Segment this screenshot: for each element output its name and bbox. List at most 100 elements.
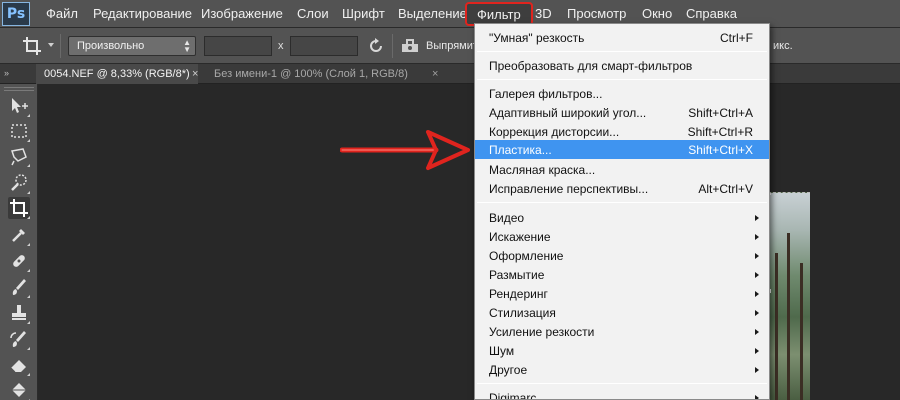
divider [392, 34, 393, 58]
chevron-right-icon [755, 395, 759, 399]
divider [60, 34, 61, 58]
filter-menu-item[interactable]: Преобразовать для смарт-фильтров [475, 56, 769, 75]
filter-menu-item-label: Пластика... [489, 143, 552, 157]
chevron-right-icon [755, 348, 759, 354]
straighten-icon[interactable] [400, 38, 420, 54]
height-input[interactable] [290, 36, 358, 56]
filter-menu-item-label: Галерея фильтров... [489, 87, 603, 101]
brush-icon[interactable] [8, 276, 30, 298]
filter-submenu-item[interactable]: Оформление [475, 246, 769, 265]
filter-menu-item-label: Усиление резкости [489, 325, 595, 339]
shortcut-label: Shift+Ctrl+X [688, 143, 753, 157]
filter-menu-item-label: Адаптивный широкий угол... [489, 106, 647, 120]
chevron-right-icon [755, 253, 759, 259]
filter-menu-item[interactable]: Адаптивный широкий угол... Shift+Ctrl+A [475, 103, 769, 122]
shortcut-label: Ctrl+F [720, 31, 753, 45]
chevron-right-icon [755, 310, 759, 316]
filter-menu-item[interactable]: Масляная краска... [475, 160, 769, 179]
filter-submenu-item[interactable]: Шум [475, 341, 769, 360]
tools-panel [0, 84, 38, 400]
filter-submenu-item[interactable]: Рендеринг [475, 284, 769, 303]
tab-untitled-1[interactable]: Без имени-1 @ 100% (Слой 1, RGB/8) [206, 64, 416, 84]
eraser-icon[interactable] [8, 354, 30, 376]
filter-menu-item-label: Другое [489, 363, 528, 377]
tab-label: 0054.NEF @ 8,33% (RGB/8*) [44, 68, 190, 80]
filter-menu-item[interactable]: Коррекция дисторсии... Shift+Ctrl+R [475, 122, 769, 141]
menu-select[interactable]: Выделение [398, 6, 467, 22]
menu-divider [477, 79, 767, 80]
lasso-icon[interactable] [8, 145, 30, 167]
stepper-icon: ▲ ▼ [183, 38, 191, 54]
chevron-right-icon [755, 291, 759, 297]
menu-divider [477, 51, 767, 52]
menu-view[interactable]: Просмотр [567, 6, 626, 22]
move-icon[interactable] [8, 95, 30, 117]
annotation-arrow-icon [339, 128, 470, 172]
menu-window[interactable]: Окно [642, 6, 672, 22]
filter-submenu-item[interactable]: Стилизация [475, 303, 769, 322]
filter-menu-item-label: Коррекция дисторсии... [489, 125, 620, 139]
chevron-right-icon [755, 215, 759, 221]
close-icon[interactable]: × [192, 68, 198, 80]
options-trailing-label: икс. [773, 40, 793, 52]
filter-menu-item-label: Размытие [489, 268, 545, 282]
ratio-select[interactable]: Произвольно ▲ ▼ [68, 36, 196, 56]
filter-menu-item[interactable]: "Умная" резкость Ctrl+F [475, 28, 769, 47]
rect-marquee-icon[interactable] [8, 120, 30, 142]
filter-submenu-item[interactable]: Усиление резкости [475, 322, 769, 341]
chevron-right-icon [755, 234, 759, 240]
filter-menu-item-label: Рендеринг [489, 287, 548, 301]
crop-icon[interactable] [8, 197, 30, 219]
menu-help[interactable]: Справка [686, 6, 737, 22]
healing-brush-icon[interactable] [8, 250, 30, 272]
shortcut-label: Shift+Ctrl+A [688, 106, 753, 120]
photoshop-logo: Ps [2, 2, 30, 26]
filter-menu-item-label: Стилизация [489, 306, 556, 320]
filter-submenu-item[interactable]: Видео [475, 208, 769, 227]
panel-grip[interactable] [4, 87, 34, 91]
eyedropper-icon[interactable] [8, 224, 30, 246]
filter-menu-item[interactable]: Галерея фильтров... [475, 84, 769, 103]
filter-menu-item-label: Искажение [489, 230, 551, 244]
chevron-right-icon [755, 329, 759, 335]
ratio-select-value: Произвольно [77, 40, 145, 52]
panel-collapse-icon[interactable]: » [4, 68, 9, 78]
filter-menu-dropdown: "Умная" резкость Ctrl+F Преобразовать дл… [474, 23, 770, 400]
clear-rotate-icon[interactable] [367, 37, 385, 55]
filter-menu-item-label: Видео [489, 211, 525, 225]
chevron-right-icon [755, 272, 759, 278]
filter-submenu-item[interactable]: Искажение [475, 227, 769, 246]
menu-divider [477, 202, 767, 203]
tab-label: Без имени-1 @ 100% (Слой 1, RGB/8) [214, 68, 408, 80]
crop-tool-preset-icon[interactable] [22, 36, 44, 56]
document-image[interactable] [768, 192, 810, 400]
filter-menu-item-liquify[interactable]: Пластика... Shift+Ctrl+X [475, 140, 769, 159]
history-brush-icon[interactable] [8, 328, 30, 350]
menu-image[interactable]: Изображение [201, 6, 283, 22]
filter-submenu-item[interactable]: Другое [475, 360, 769, 379]
menu-file[interactable]: Файл [46, 6, 78, 22]
filter-menu-item-label: Исправление перспективы... [489, 182, 649, 196]
menu-edit[interactable]: Редактирование [93, 6, 192, 22]
clone-stamp-icon[interactable] [8, 302, 30, 324]
quick-select-icon[interactable] [8, 172, 30, 194]
width-input[interactable] [204, 36, 272, 56]
menu-layers[interactable]: Слои [297, 6, 329, 22]
paint-bucket-icon[interactable] [8, 380, 30, 400]
menu-3d[interactable]: 3D [535, 6, 552, 22]
close-icon[interactable]: × [432, 68, 438, 80]
filter-submenu-item[interactable]: Размытие [475, 265, 769, 284]
chevron-right-icon [755, 367, 759, 373]
shortcut-label: Shift+Ctrl+R [687, 125, 753, 139]
filter-submenu-item[interactable]: Digimarc [475, 388, 769, 400]
filter-menu-item-label: "Умная" резкость [489, 31, 585, 45]
tab-document-0054[interactable]: 0054.NEF @ 8,33% (RGB/8*) [36, 64, 198, 84]
filter-menu-item-label: Шум [489, 344, 515, 358]
filter-menu-item-label: Digimarc [489, 391, 537, 400]
menu-type[interactable]: Шрифт [342, 6, 385, 22]
filter-menu-item[interactable]: Исправление перспективы... Alt+Ctrl+V [475, 179, 769, 198]
swap-dimensions-label[interactable]: x [278, 40, 284, 52]
filter-menu-item-label: Преобразовать для смарт-фильтров [489, 59, 693, 73]
filter-menu-item-label: Масляная краска... [489, 163, 596, 177]
chevron-down-icon[interactable] [48, 43, 54, 47]
